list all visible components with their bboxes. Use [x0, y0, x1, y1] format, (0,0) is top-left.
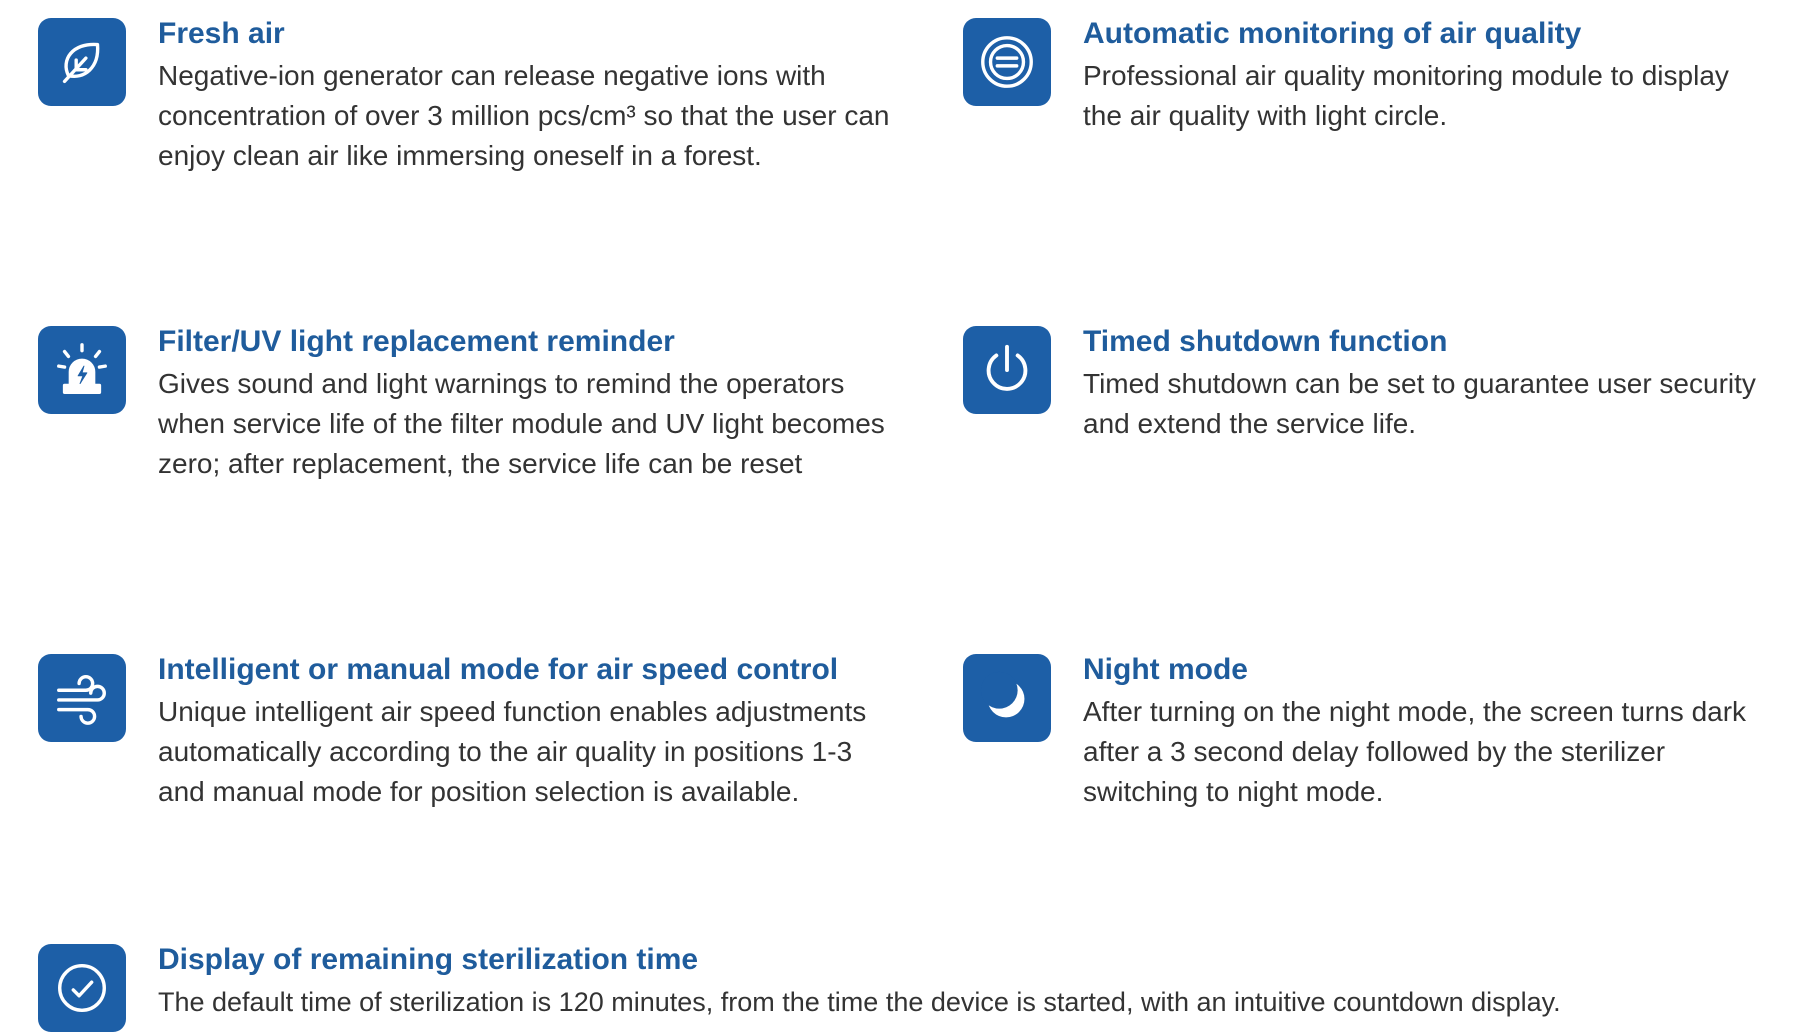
moon-icon [963, 654, 1051, 742]
feature-description: Timed shutdown can be set to guarantee u… [1083, 368, 1756, 439]
air-quality-monitor-icon [963, 18, 1051, 106]
feature-description: Gives sound and light warnings to remind… [158, 368, 885, 479]
feature-description: Negative-ion generator can release negat… [158, 60, 890, 171]
feature-description: After turning on the night mode, the scr… [1083, 696, 1747, 807]
feature-title: Timed shutdown function [1083, 325, 1448, 358]
feature-description: The default time of sterilization is 120… [158, 987, 1561, 1017]
feature-description: Unique intelligent air speed function en… [158, 696, 867, 807]
feature-title: Automatic monitoring of air quality [1083, 17, 1582, 50]
feature-description: Professional air quality monitoring modu… [1083, 60, 1729, 131]
leaf-icon [38, 18, 126, 106]
feature-title: Filter/UV light replacement reminder [158, 325, 675, 358]
feature-title: Intelligent or manual mode for air speed… [158, 653, 839, 686]
alarm-lamp-icon [38, 326, 126, 414]
feature-title: Night mode [1083, 653, 1248, 686]
clock-icon [38, 944, 126, 1032]
power-icon [963, 326, 1051, 414]
feature-title: Display of remaining sterilization time [158, 943, 699, 976]
feature-title: Fresh air [158, 17, 285, 50]
wind-icon [38, 654, 126, 742]
